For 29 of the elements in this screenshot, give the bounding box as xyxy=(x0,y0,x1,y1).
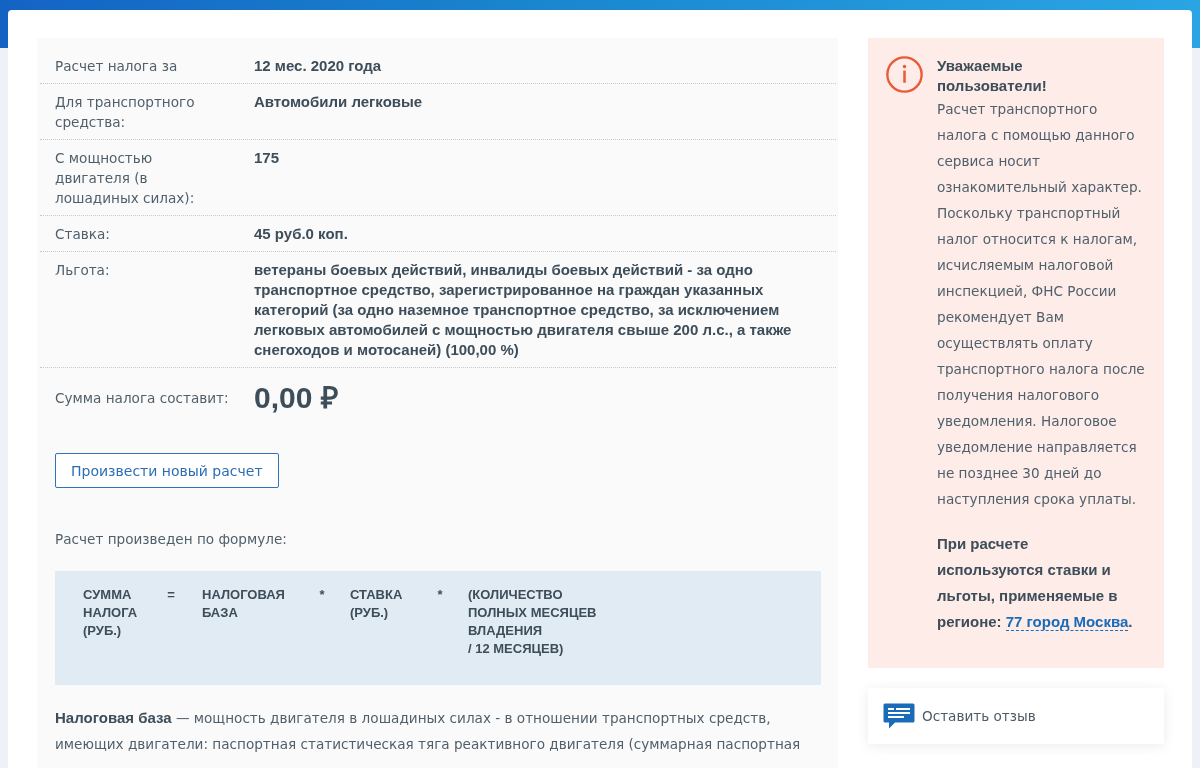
feedback-button[interactable]: Оставить отзыв xyxy=(868,688,1164,744)
formula-term: НАЛОГОВАЯ БАЗА xyxy=(202,586,286,622)
total-value: 0,00 ₽ xyxy=(254,381,338,415)
formula-operator: * xyxy=(436,586,444,604)
region-note: При расчете используются ставки и льготы, применяемые в регионе: 77 город Москва. xyxy=(937,534,1134,633)
formula-term: СТАВКА (РУБ.) xyxy=(350,586,404,622)
detail-label: Расчет налога за xyxy=(55,57,179,76)
region-link[interactable]: 77 город Москва xyxy=(1005,613,1129,631)
explanation-text: Налоговая база — мощность двигателя в лошадиных силах - в отношении транспортных средств, имеющих двигатели: паспортная статистическая тяга реактивного двигателя (суммарная паспортная xyxy=(55,708,802,754)
formula-term: СУММА НАЛОГА (РУБ.) xyxy=(83,586,139,640)
detail-value: 12 мес. 2020 года xyxy=(254,56,383,76)
detail-label: Для транспортного средства: xyxy=(55,93,196,132)
comment-icon xyxy=(883,703,915,729)
detail-label: Льгота: xyxy=(55,261,111,280)
recalculate-button[interactable]: Произвести новый расчет xyxy=(55,453,279,488)
info-icon xyxy=(886,56,923,93)
formula-caption: Расчет произведен по формуле: xyxy=(55,530,288,549)
detail-value: 45 руб.0 коп. xyxy=(254,224,349,244)
formula-term: (КОЛИЧЕСТВО ПОЛНЫХ МЕСЯЦЕВ ВЛАДЕНИЯ / 12 МЕСЯЦЕВ) xyxy=(468,586,598,658)
detail-value: 175 xyxy=(254,148,281,168)
detail-value: ветераны боевых действий, инвалиды боевых действий - за одно транспортное средство, зарегистрированное на граждан указанных категорий (за одно наземное транспортное средство, за исключением легковых автомобилей с мощностью двигателя свыше 200 л.с., а также снегоходов и мотосаней) (100,00 %) xyxy=(254,260,793,360)
notice-text: Расчет транспортного налога с помощью данного сервиса носит ознакомительный характер. Поскольку транспортный налог относится к налогам, исчисляемым налоговой инспекцией, ФНС России рекомендует Вам осуществлять оплату транспортного налога после получения налогового уведомления. Налоговое уведомление направляется не позднее 30 дней до наступления срока уплаты. xyxy=(937,100,1146,509)
detail-label: С мощностью двигателя (в лошадиных силах): xyxy=(55,149,196,208)
detail-label: Ставка: xyxy=(55,225,111,244)
detail-value: Автомобили легковые xyxy=(254,92,424,112)
total-label: Сумма налога составит: xyxy=(55,390,230,406)
formula-operator: = xyxy=(166,586,176,604)
formula-operator: * xyxy=(318,586,326,604)
notice-title: Уважаемые пользователи! xyxy=(937,56,1048,96)
